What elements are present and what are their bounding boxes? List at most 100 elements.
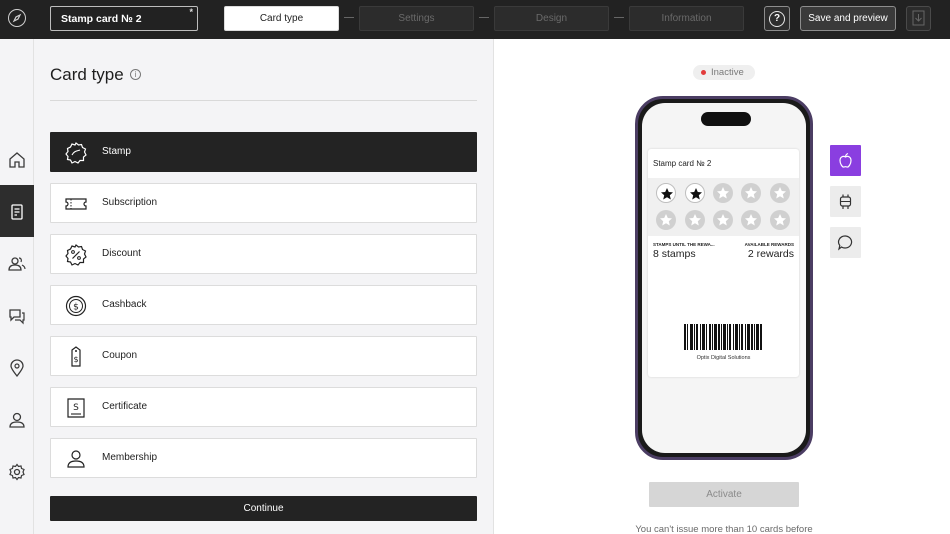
step-label: Settings [398,13,435,24]
settings-icon [9,463,25,481]
stamps-grid [648,178,799,236]
star-icon [745,214,757,226]
platform-android-button[interactable] [830,186,861,217]
help-icon: ? [769,11,785,27]
company-name: Optix Digital Solutions [696,355,751,361]
step-separator [344,17,354,18]
sidebar-item-cards[interactable] [0,185,34,237]
card-type-certificate[interactable]: S Certificate [50,387,477,427]
sidebar-item-home[interactable] [0,133,34,185]
status-text: Inactive [711,67,744,78]
card-type-coupon[interactable]: $ Coupon [50,336,477,376]
svg-text:$: $ [73,303,79,313]
stamps-until-reward-value: 8 stamps [653,248,696,260]
download-icon [912,10,925,26]
location-icon [10,359,24,377]
stamp-empty [713,210,733,230]
star-icon [661,188,673,200]
sidebar-item-profile[interactable] [0,393,34,445]
barcode-icon [684,324,762,350]
step-separator [479,17,489,18]
card-type-label: Membership [102,452,158,463]
card-name-field[interactable]: Stamp card № 2 * [50,6,198,31]
info-icon[interactable]: i [130,69,141,80]
coupon-icon: $ [71,346,81,367]
svg-text:$: $ [73,355,78,364]
download-button[interactable] [906,6,931,31]
star-icon [717,214,729,226]
save-and-preview-button[interactable]: Save and preview [800,6,896,31]
message-icon [837,235,853,251]
continue-button[interactable]: Continue [50,496,477,521]
step-card-type[interactable]: Card type [224,6,339,31]
phone-mockup: Stamp card № 2 STAMPS UNTIL THE REWA... … [635,96,813,460]
card-type-membership[interactable]: Membership [50,438,477,478]
status-badge: Inactive [693,65,755,80]
top-bar: Stamp card № 2 * Card type Settings Desi… [0,0,950,39]
platform-message-button[interactable] [830,227,861,258]
certificate-icon: S [67,398,85,418]
card-type-label: Discount [102,248,141,259]
divider [50,100,477,101]
step-label: Design [535,13,568,24]
platform-apple-button[interactable] [830,145,861,176]
stamp-empty [713,183,733,203]
wallet-card-preview: Stamp card № 2 STAMPS UNTIL THE REWA... … [648,149,799,377]
phone-notch [701,112,751,126]
sidebar-item-settings[interactable] [0,445,34,497]
cards-icon [11,204,23,220]
chat-icon [9,309,25,325]
available-rewards-value: 2 rewards [747,248,794,260]
stamp-empty [741,210,761,230]
card-type-stamp[interactable]: Stamp [50,132,477,172]
star-icon [690,188,702,200]
stamp-empty [685,210,705,230]
card-type-subscription[interactable]: Subscription [50,183,477,223]
star-icon [717,187,729,199]
sidebar-item-clients[interactable] [0,237,34,289]
card-name-value: Stamp card № 2 [61,13,142,25]
stamp-empty [656,210,676,230]
ticket-icon [65,198,87,210]
stamp-empty [741,183,761,203]
step-information[interactable]: Information [629,6,744,31]
page-title: Card type [50,65,124,84]
card-preview-title: Stamp card № 2 [653,159,712,168]
card-type-cashback[interactable]: $ Cashback [50,285,477,325]
card-type-label: Certificate [102,401,148,412]
card-type-label: Subscription [102,197,158,208]
activation-notice: You can't issue more than 10 cards befor… [635,524,813,534]
star-icon [689,214,701,226]
sidebar-item-location[interactable] [0,341,34,393]
home-icon [9,152,25,168]
android-icon [839,194,852,209]
stamp-filled [656,183,676,203]
stamp-icon [65,142,87,164]
activate-button[interactable]: Activate [649,482,799,507]
user-icon [9,412,25,428]
phone-screen: Stamp card № 2 STAMPS UNTIL THE REWA... … [642,103,806,453]
card-type-panel: Card type i Stamp Subscription Discount … [34,39,493,534]
step-settings[interactable]: Settings [359,6,474,31]
star-icon [774,187,786,199]
sidebar-item-chat[interactable] [0,289,34,341]
preview-panel: Inactive Stamp card № 2 STAMPS UNTIL THE… [493,39,950,534]
card-type-label: Stamp [102,146,131,157]
step-label: Information [661,13,712,24]
cashback-icon: $ [65,295,87,317]
stamp-filled [685,183,705,203]
svg-text:S: S [73,403,79,413]
step-design[interactable]: Design [494,6,609,31]
help-button[interactable]: ? [764,6,790,31]
card-type-discount[interactable]: Discount [50,234,477,274]
discount-icon [65,244,87,266]
star-icon [660,214,672,226]
clients-icon [8,257,26,271]
step-separator [614,17,624,18]
stamp-empty [770,183,790,203]
compass-logo-icon[interactable] [8,9,26,27]
card-type-label: Cashback [102,299,147,310]
available-rewards-label: AVAILABLE REWARDS [744,242,794,247]
card-type-label: Coupon [102,350,138,361]
star-icon [774,214,786,226]
